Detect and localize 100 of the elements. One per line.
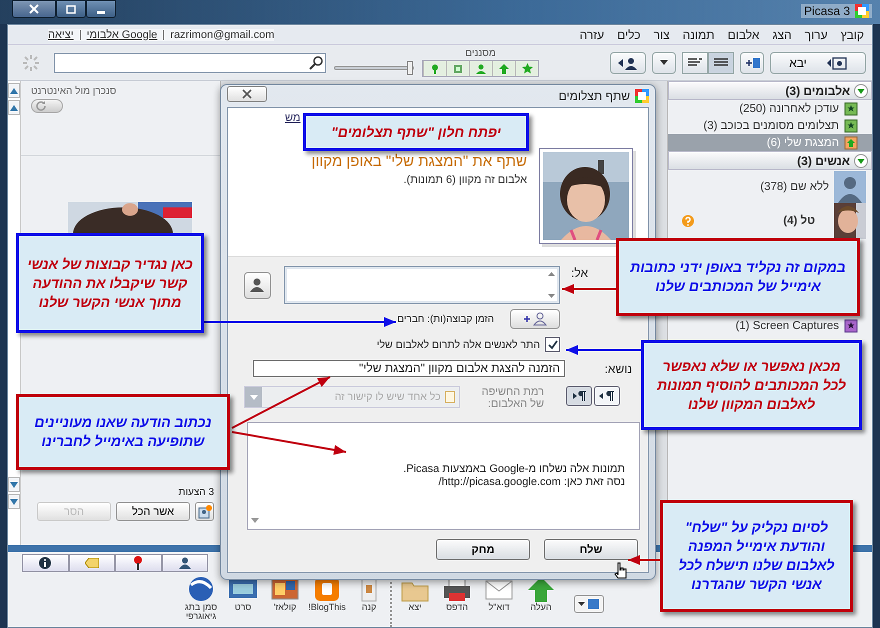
people-icon <box>617 56 639 70</box>
sign-out-link[interactable]: יציאה <box>48 28 74 40</box>
menu-item[interactable]: צור <box>654 28 670 42</box>
tool-button[interactable]: קולאז' <box>264 575 306 627</box>
callout-note: נכתוב הודעה שאנו מעוניינים שתופיעה באימייל לחברינו <box>16 394 230 470</box>
menu-item[interactable]: הצג <box>772 28 792 42</box>
caret-down-icon <box>10 482 18 488</box>
subject-label: נושא: <box>604 362 633 376</box>
help-link[interactable]: מש <box>285 112 300 124</box>
account-email: razrimon@gmail.com <box>170 28 274 40</box>
contribute-checkbox[interactable] <box>545 337 560 352</box>
discard-button[interactable]: מחק <box>436 539 530 560</box>
person-icon <box>250 278 264 292</box>
app-logo-icon <box>635 89 649 103</box>
info-tab[interactable] <box>22 554 68 572</box>
geotag-icon <box>186 575 216 603</box>
scroll-up-button[interactable] <box>8 100 20 115</box>
tag-icon <box>84 558 99 568</box>
hand-cursor-icon <box>614 562 628 580</box>
tool-button[interactable]: יצא <box>394 575 436 627</box>
paragraph-rtl-icon <box>599 391 615 401</box>
close-button[interactable] <box>12 0 56 18</box>
dialog-title: שתף תצלומים <box>558 89 630 103</box>
paragraph-ltr-icon <box>571 391 587 401</box>
tool-button[interactable]: העלה <box>520 575 562 627</box>
sidebar-item[interactable]: (1) Screen Captures <box>668 317 872 334</box>
menu-item[interactable]: כלים <box>617 28 641 42</box>
sidebar-item[interactable]: עודכן לאחרונה (250) <box>668 100 872 117</box>
share-heading: שתף את "המצגת שלי" באופן מקוון <box>312 153 527 170</box>
album-upload-icon <box>844 136 858 150</box>
accept-all-button[interactable]: אשר הכל <box>116 502 190 521</box>
rtl-button[interactable] <box>594 386 620 406</box>
menu-item[interactable]: ערוך <box>804 28 828 42</box>
tool-button[interactable]: קנה <box>348 575 390 627</box>
question-icon <box>682 215 694 227</box>
upload-options-button[interactable] <box>574 595 604 613</box>
sidebar-item[interactable]: תצלומים מסומנים בכוכב (3) <box>668 117 872 134</box>
message-field[interactable]: תמונות אלה נשלחו מ-Google באמצעות Picasa. נסה זאת כאן: http://picasa.google.com/ <box>247 422 640 530</box>
search-field[interactable] <box>54 52 326 72</box>
new-album-button[interactable] <box>740 52 764 74</box>
menu-item[interactable]: קובץ <box>840 28 864 42</box>
section-header[interactable]: אנשים (3) <box>668 151 872 170</box>
sync-label: סנכרן מול האינטרנט <box>31 86 116 97</box>
recipients-field[interactable] <box>284 266 560 304</box>
places-tab[interactable] <box>115 554 162 572</box>
star-icon <box>522 63 532 74</box>
tool-button[interactable]: סרט <box>222 575 264 627</box>
sidebar-item[interactable]: ללא שם (378) <box>668 170 872 204</box>
person-icon <box>178 557 191 569</box>
size-slider[interactable] <box>332 60 416 76</box>
refresh-icon <box>35 100 47 112</box>
callout-note: יפתח חלון "שתף תצלומים" <box>303 113 529 151</box>
minimize-icon <box>96 10 106 14</box>
close-button[interactable] <box>227 86 267 102</box>
album-info-text: אלבום זה מקוון (6 תמונות). <box>402 174 527 186</box>
menu-item[interactable]: תמונה <box>682 28 715 42</box>
callout-note: במקום זה נקליד באופן ידני כתובות אימייל של המכותבים שלנו <box>616 238 860 316</box>
subject-field[interactable]: הזמנה להצגת אלבום מקוון "המצגת שלי" <box>253 360 565 377</box>
list-view-button[interactable] <box>682 52 708 74</box>
list-icon <box>688 58 702 68</box>
people-tab[interactable] <box>162 554 208 572</box>
sync-toggle[interactable] <box>31 99 63 113</box>
dropdown-button[interactable] <box>652 52 676 74</box>
minimize-button[interactable] <box>86 0 116 18</box>
maximize-button[interactable] <box>56 0 86 18</box>
people-button[interactable] <box>610 52 646 74</box>
scroll-down-button[interactable] <box>8 477 20 492</box>
tool-button[interactable]: דוא"ל <box>478 575 520 627</box>
pointer-arrow <box>562 284 616 294</box>
section-header[interactable]: אלבומים (3) <box>668 81 872 100</box>
close-icon <box>242 89 252 99</box>
send-button[interactable]: שלח <box>544 539 638 560</box>
suggestion-help-button[interactable] <box>195 502 214 521</box>
import-button[interactable]: יבא <box>770 52 866 74</box>
maximize-icon <box>66 4 76 14</box>
group-invite-text: הזמן קבוצה(ות): חברים <box>397 314 494 324</box>
web-albums-link[interactable]: אלבומי Google <box>86 28 158 40</box>
scroll-top-button[interactable] <box>8 83 20 98</box>
caret-up-icon <box>10 88 18 94</box>
menu-item[interactable]: עזרה <box>580 28 604 42</box>
expand-icon <box>854 154 868 168</box>
ltr-button[interactable] <box>566 386 592 406</box>
scroll-bottom-button[interactable] <box>8 494 20 509</box>
tool-button[interactable]: סמן בתג גיאוגרפי <box>180 575 222 627</box>
upload-options-icon <box>578 598 600 610</box>
caret-icon <box>660 60 668 65</box>
add-group-icon <box>522 312 548 326</box>
message-line: תמונות אלה נשלחו מ-Google באמצעות Picasa. <box>403 463 625 476</box>
menu-item[interactable]: אלבום <box>728 28 760 42</box>
grid-view-button[interactable] <box>708 52 734 74</box>
add-group-button[interactable] <box>510 309 560 329</box>
message-line: נסה זאת כאן: http://picasa.google.com/ <box>438 476 625 489</box>
caret-icon <box>251 518 259 523</box>
filters-label: מסננים <box>465 48 496 59</box>
search-icon <box>309 56 323 70</box>
caret-down-icon <box>10 498 18 504</box>
pin-icon <box>133 556 144 570</box>
contacts-button[interactable] <box>244 272 271 298</box>
suggestions-count: 3 הצעות <box>178 487 214 498</box>
avatar-icon <box>834 171 866 203</box>
